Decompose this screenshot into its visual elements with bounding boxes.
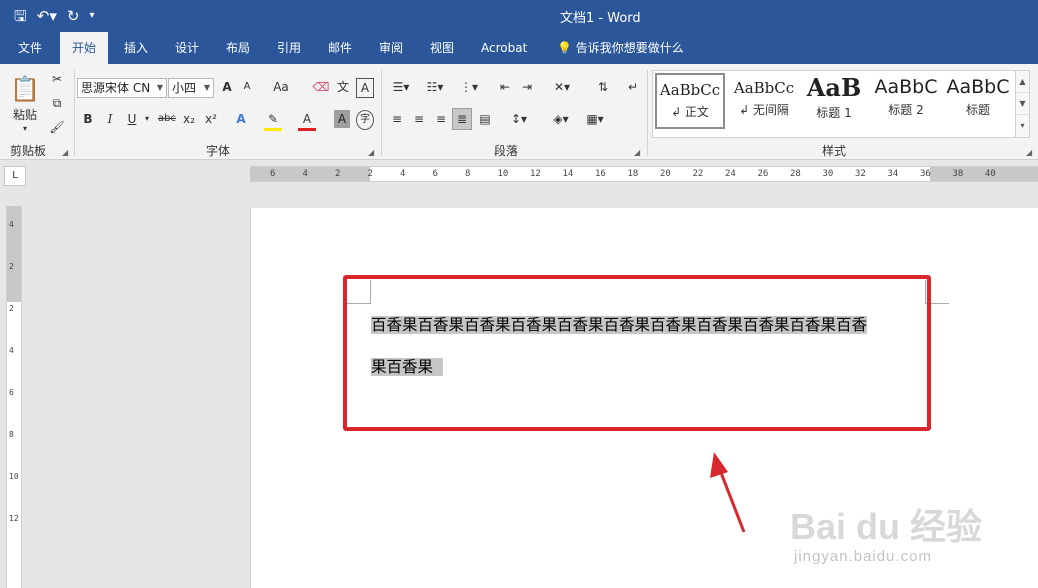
watermark-url: jingyan.baidu.com <box>794 548 932 565</box>
baidu-jingyan-watermark: Bai du 经验 jingyan.baidu.com <box>790 478 990 574</box>
watermark-logo-text: Bai du 经验 <box>790 506 983 547</box>
